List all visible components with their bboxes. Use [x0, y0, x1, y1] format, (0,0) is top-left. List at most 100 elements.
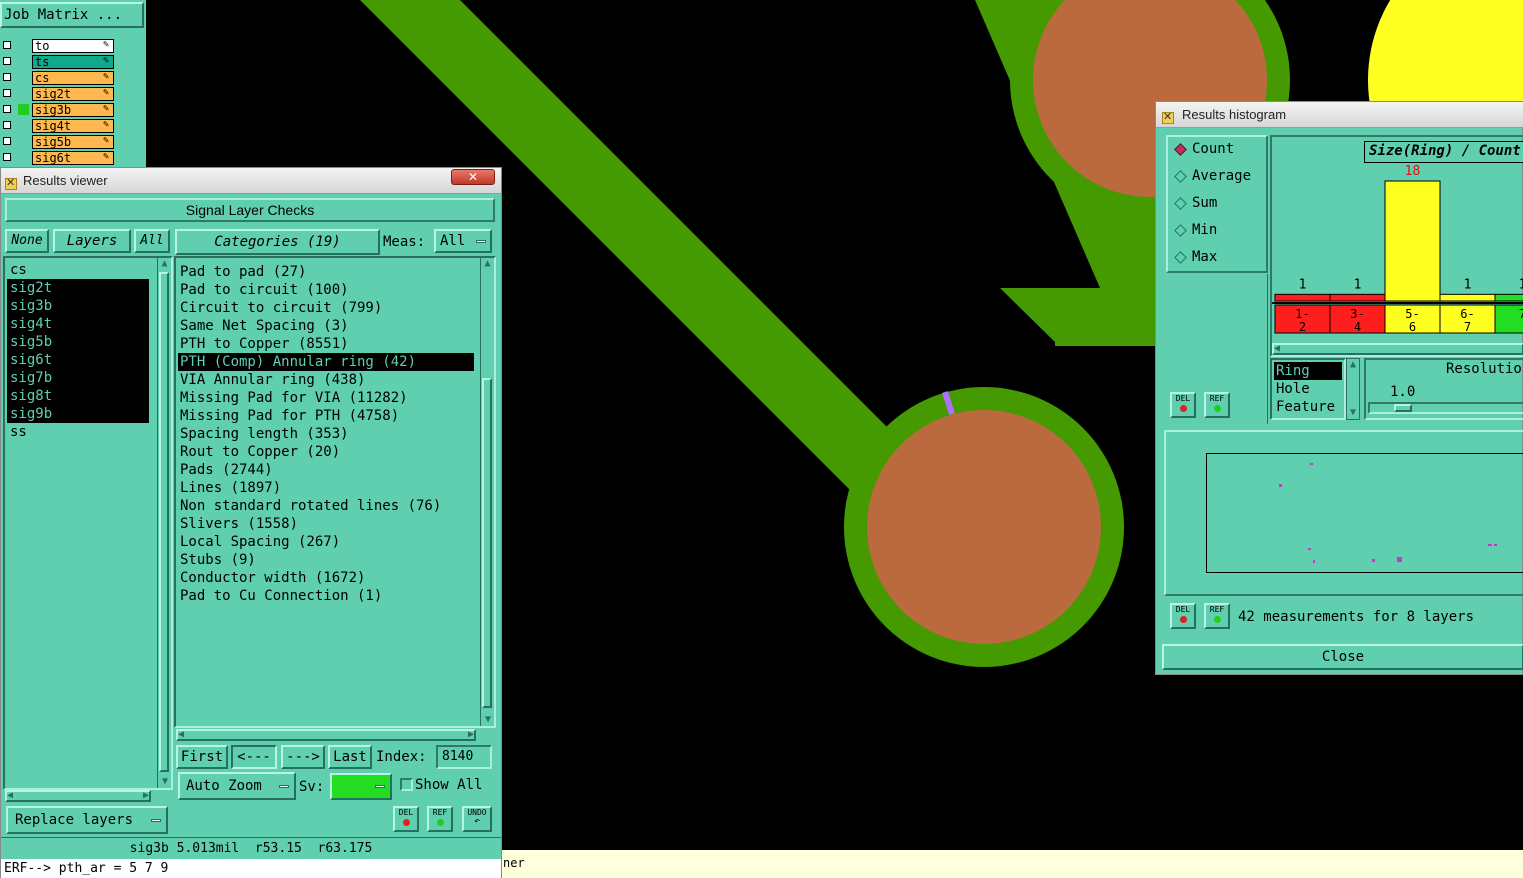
- job-matrix-row[interactable]: cs ✎: [0, 70, 146, 86]
- category-list-item[interactable]: Spacing length (353): [178, 425, 474, 443]
- layer-name[interactable]: sig5b: [32, 135, 114, 149]
- category-list-item[interactable]: PTH to Copper (8551): [178, 335, 474, 353]
- checkbox[interactable]: [3, 89, 11, 97]
- results-viewer-titlebar[interactable]: Results viewer ✕: [1, 168, 501, 194]
- checkbox[interactable]: [3, 137, 11, 145]
- layer-list-item[interactable]: sig8t: [7, 387, 149, 405]
- first-button[interactable]: First: [176, 745, 228, 769]
- layer-list-item[interactable]: sig7b: [7, 369, 149, 387]
- attribute-item[interactable]: Hole: [1274, 380, 1342, 398]
- index-input[interactable]: 8140: [436, 745, 492, 769]
- option-count[interactable]: Count: [1170, 141, 1266, 168]
- job-matrix-row[interactable]: to ✎: [0, 38, 146, 54]
- layer-list-item[interactable]: ss: [7, 423, 149, 441]
- histogram-bar[interactable]: [1494, 293, 1523, 302]
- category-list-item[interactable]: VIA Annular ring (438): [178, 371, 474, 389]
- category-list-item[interactable]: Missing Pad for VIA (11282): [178, 389, 474, 407]
- option-min[interactable]: Min: [1170, 222, 1266, 249]
- scroll-up-icon[interactable]: ▲: [481, 258, 494, 270]
- histogram-titlebar[interactable]: Results histogram: [1156, 102, 1523, 128]
- show-all-checkbox[interactable]: [400, 778, 413, 791]
- checkbox[interactable]: [3, 73, 11, 81]
- layer-list-item[interactable]: sig5b: [7, 333, 149, 351]
- sv-color-dropdown[interactable]: [330, 773, 392, 800]
- layer-list-item[interactable]: sig2t: [7, 279, 149, 297]
- resolution-slider[interactable]: [1368, 402, 1523, 414]
- category-list-item[interactable]: Circuit to circuit (799): [178, 299, 474, 317]
- radio-icon[interactable]: [1174, 224, 1187, 237]
- last-button[interactable]: Last: [328, 745, 372, 769]
- histogram-bar[interactable]: [1384, 180, 1441, 302]
- scroll-left-icon[interactable]: ◀: [178, 729, 184, 741]
- radio-icon[interactable]: [1174, 197, 1187, 210]
- layer-name[interactable]: sig4t: [32, 119, 114, 133]
- categories-hscrollbar[interactable]: ◀ ▶: [176, 729, 476, 741]
- category-list-item[interactable]: Same Net Spacing (3): [178, 317, 474, 335]
- attribute-item[interactable]: Feature: [1274, 398, 1342, 416]
- scroll-up-icon[interactable]: ▲: [1347, 359, 1359, 371]
- category-list-item[interactable]: Non standard rotated lines (76): [178, 497, 474, 515]
- layer-list-item[interactable]: cs: [7, 261, 149, 279]
- option-max[interactable]: Max: [1170, 249, 1266, 276]
- summary-delete-button[interactable]: DEL: [1170, 603, 1196, 629]
- layer-name[interactable]: to: [32, 39, 114, 53]
- job-matrix-row[interactable]: sig6t ✎: [0, 150, 146, 166]
- layers-button[interactable]: Layers: [53, 229, 131, 253]
- refresh-button[interactable]: REF: [427, 806, 453, 832]
- scroll-down-icon[interactable]: ▼: [481, 714, 494, 726]
- layers-hscrollbar[interactable]: ◀ ▶: [5, 790, 151, 802]
- checkbox[interactable]: [3, 105, 11, 113]
- layer-name[interactable]: ts: [32, 55, 114, 69]
- layer-name[interactable]: cs: [32, 71, 114, 85]
- histogram-hscrollbar[interactable]: ◀: [1272, 343, 1523, 355]
- radio-icon[interactable]: [1174, 143, 1187, 156]
- next-button[interactable]: --->: [281, 745, 325, 769]
- attribute-item[interactable]: Ring: [1274, 362, 1342, 380]
- scroll-right-icon[interactable]: ▶: [143, 790, 149, 802]
- job-matrix-row[interactable]: sig5b ✎: [0, 134, 146, 150]
- scroll-up-icon[interactable]: ▲: [158, 258, 171, 270]
- option-average[interactable]: Average: [1170, 168, 1266, 195]
- radio-icon[interactable]: [1174, 251, 1187, 264]
- layer-list-item[interactable]: sig3b: [7, 297, 149, 315]
- category-list-item[interactable]: Local Spacing (267): [178, 533, 474, 551]
- previous-button[interactable]: <---: [231, 745, 277, 769]
- command-line[interactable]: ERF--> pth_ar = 5 7 9: [1, 859, 501, 878]
- layer-name[interactable]: sig2t: [32, 87, 114, 101]
- categories-vscrollbar[interactable]: ▲ ▼: [480, 258, 494, 726]
- categories-button[interactable]: Categories (19): [175, 229, 380, 255]
- attribute-listbox[interactable]: Ring Hole Feature: [1270, 358, 1346, 420]
- category-list-item[interactable]: Rout to Copper (20): [178, 443, 474, 461]
- attribute-vscrollbar[interactable]: ▲ ▼: [1346, 358, 1360, 420]
- meas-dropdown[interactable]: All: [434, 229, 492, 253]
- histogram-bar[interactable]: [1274, 293, 1331, 302]
- checkbox[interactable]: [3, 153, 11, 161]
- job-matrix-row[interactable]: sig4t ✎: [0, 118, 146, 134]
- scroll-left-icon[interactable]: ◀: [7, 790, 13, 802]
- layers-scroll-thumb[interactable]: [159, 272, 169, 772]
- histogram-bar[interactable]: [1329, 293, 1386, 302]
- scroll-left-icon[interactable]: ◀: [1274, 343, 1280, 355]
- category-list-item[interactable]: Pad to pad (27): [178, 263, 474, 281]
- all-button[interactable]: All: [134, 229, 170, 253]
- job-matrix-title[interactable]: Job Matrix ...: [0, 2, 144, 28]
- layer-list-item[interactable]: sig6t: [7, 351, 149, 369]
- category-list-item[interactable]: PTH (Comp) Annular ring (42): [178, 353, 474, 371]
- resolution-slider-handle[interactable]: [1394, 404, 1412, 412]
- category-list-item[interactable]: Stubs (9): [178, 551, 474, 569]
- close-button[interactable]: Close: [1162, 644, 1523, 670]
- layer-list-item[interactable]: sig4t: [7, 315, 149, 333]
- radio-icon[interactable]: [1174, 170, 1187, 183]
- categories-listbox[interactable]: Pad to pad (27) Pad to circuit (100) Circu…: [174, 256, 496, 728]
- delete-button[interactable]: DEL: [393, 806, 419, 832]
- histogram-bar[interactable]: [1439, 293, 1496, 302]
- close-icon[interactable]: ✕: [451, 169, 495, 185]
- replace-layers-dropdown[interactable]: Replace layers: [6, 806, 168, 834]
- job-matrix-row[interactable]: sig3b ✎: [0, 102, 146, 118]
- checkbox[interactable]: [3, 41, 11, 49]
- checkbox[interactable]: [3, 121, 11, 129]
- category-list-item[interactable]: Pads (2744): [178, 461, 474, 479]
- auto-zoom-dropdown[interactable]: Auto Zoom: [178, 772, 296, 800]
- job-matrix-row[interactable]: sig2t ✎: [0, 86, 146, 102]
- category-list-item[interactable]: Pad to Cu Connection (1): [178, 587, 474, 605]
